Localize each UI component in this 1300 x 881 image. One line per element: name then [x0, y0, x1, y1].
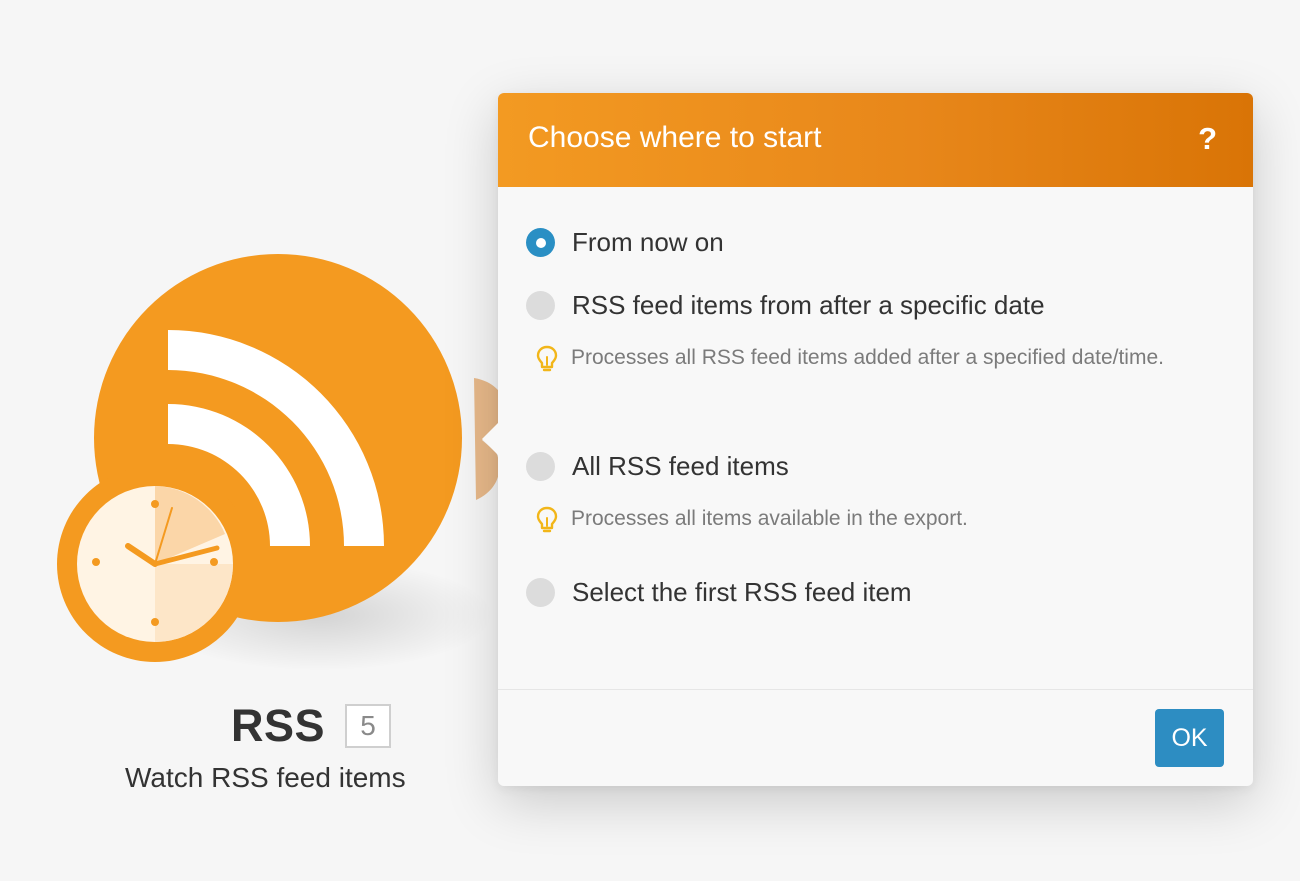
choose-start-dialog: Choose where to start ? From now on RSS …: [482, 93, 1253, 786]
hint-all-items: Processes all items available in the exp…: [536, 506, 1176, 536]
radio-all-items[interactable]: [526, 452, 555, 481]
option-label: From now on: [572, 227, 724, 257]
option-all-items[interactable]: All RSS feed items: [526, 451, 789, 482]
lightbulb-icon: [536, 345, 558, 372]
option-label: Select the first RSS feed item: [572, 577, 912, 607]
option-from-now-on[interactable]: From now on: [526, 227, 724, 258]
option-label: All RSS feed items: [572, 451, 789, 481]
module-id-badge: 5: [345, 704, 392, 748]
hint-text: Processes all items available in the exp…: [571, 507, 968, 530]
clock-icon: [57, 466, 253, 662]
module-name: RSS: [231, 700, 326, 751]
option-first-item[interactable]: Select the first RSS feed item: [526, 577, 912, 608]
help-icon[interactable]: ?: [1198, 121, 1217, 157]
option-after-specific-date[interactable]: RSS feed items from after a specific dat…: [526, 290, 1045, 321]
option-label: RSS feed items from after a specific dat…: [572, 290, 1045, 320]
dialog-pointer: [482, 423, 498, 455]
rss-module-icon[interactable]: [0, 0, 520, 700]
module-subtitle: Watch RSS feed items: [125, 762, 406, 793]
hint-after-specific-date: Processes all RSS feed items added after…: [536, 345, 1176, 375]
dialog-header: Choose where to start ?: [498, 93, 1253, 187]
radio-from-now-on[interactable]: [526, 228, 555, 257]
ok-button[interactable]: OK: [1155, 709, 1224, 767]
radio-first-item[interactable]: [526, 578, 555, 607]
hint-text: Processes all RSS feed items added after…: [571, 346, 1164, 369]
module-title-row: RSS 5: [231, 700, 392, 752]
dialog-title: Choose where to start: [528, 121, 822, 154]
radio-after-specific-date[interactable]: [526, 291, 555, 320]
lightbulb-icon: [536, 506, 558, 533]
dialog-footer-divider: [498, 689, 1253, 690]
